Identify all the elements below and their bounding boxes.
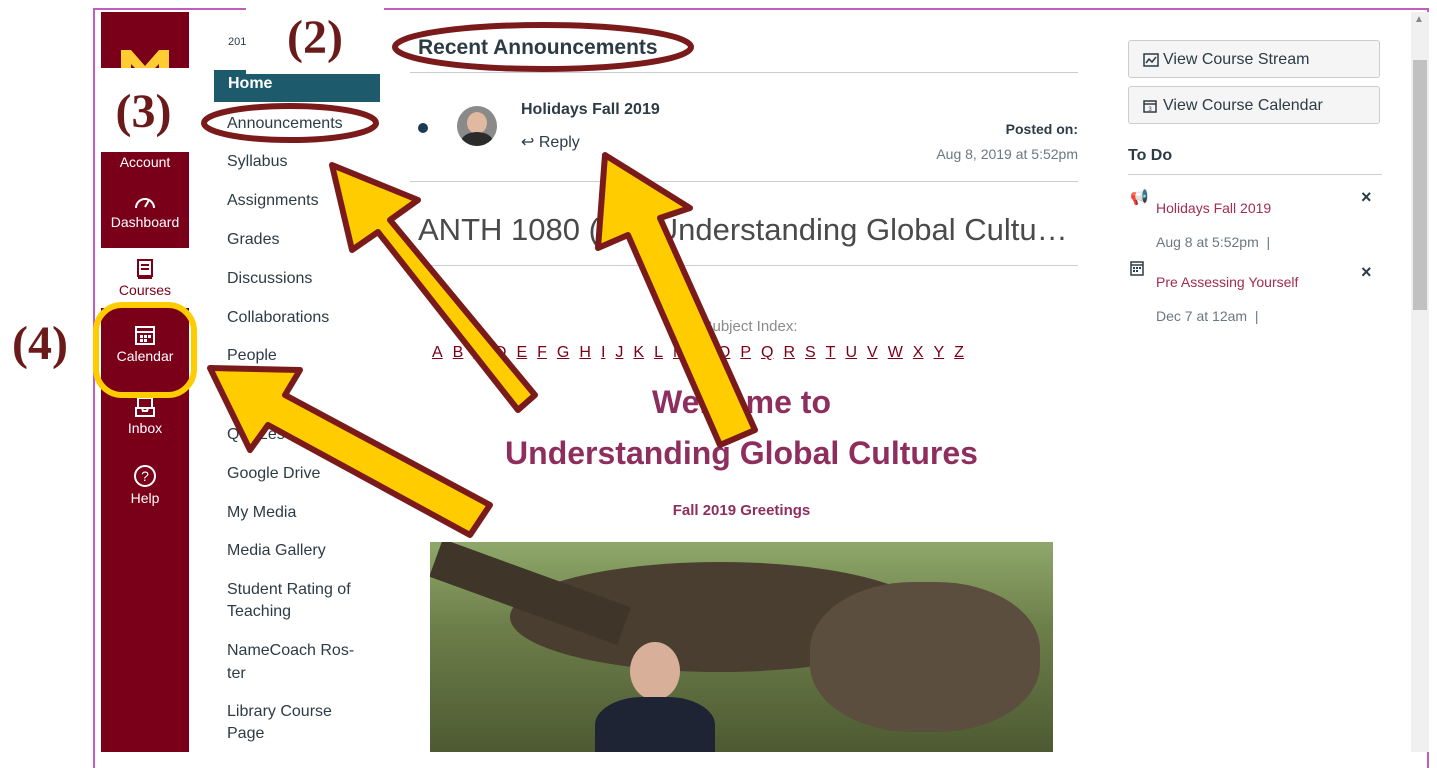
highlight-ellipse	[392, 22, 694, 72]
highlight-ellipse	[201, 103, 379, 143]
step-label-3: (3)	[96, 68, 191, 152]
highlight-calendar	[93, 302, 197, 398]
arrow-to-reply	[595, 152, 758, 448]
arrow-to-announcements	[329, 162, 538, 413]
annotation-overlay	[93, 22, 758, 538]
arrow-to-calendar	[207, 365, 493, 538]
step-label-4: (4)	[12, 317, 68, 370]
step-label-2: (2)	[246, 6, 384, 74]
